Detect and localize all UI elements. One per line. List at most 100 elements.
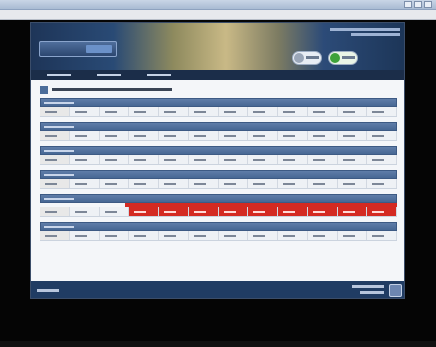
section-header-label (44, 198, 74, 200)
section-header (40, 146, 397, 155)
table-cell (338, 131, 368, 140)
nav-bar (31, 70, 404, 80)
close-icon[interactable] (424, 1, 432, 8)
table-cell (40, 131, 70, 140)
table-cell (219, 131, 249, 140)
table-cell (40, 179, 70, 188)
status-bar (31, 281, 404, 298)
table-cell (308, 131, 338, 140)
table-cell (367, 179, 397, 188)
table-cell (278, 131, 308, 140)
table-cell (338, 155, 368, 164)
table-cell (40, 155, 70, 164)
table-cell (219, 179, 249, 188)
table-cell (338, 107, 368, 116)
section-header-label (44, 174, 74, 176)
table-cell (308, 179, 338, 188)
table-cell (129, 179, 159, 188)
table-cell (129, 231, 159, 240)
table-cell (248, 131, 278, 140)
taskbar (0, 341, 436, 347)
table-cell (367, 155, 397, 164)
section-header (40, 222, 397, 231)
table-cell (70, 231, 100, 240)
table-cell (159, 107, 189, 116)
table-cell (219, 155, 249, 164)
table-cell (278, 155, 308, 164)
window-buttons (404, 1, 432, 8)
table-cell (367, 231, 397, 240)
logo-accent (86, 45, 112, 53)
table-cell (219, 107, 249, 116)
table-cell (70, 179, 100, 188)
table-cell (40, 107, 70, 116)
table-cell (70, 107, 100, 116)
table-row (40, 155, 397, 165)
table-cell (219, 231, 249, 240)
table-cell (129, 107, 159, 116)
table-row (40, 179, 397, 189)
section-header (40, 122, 397, 131)
section-header-label (44, 102, 74, 104)
table-cell (218, 207, 249, 216)
logo-icon (39, 41, 117, 57)
table-cell (278, 107, 308, 116)
home-button[interactable] (292, 51, 322, 65)
copyright-text (352, 285, 384, 288)
table-cell (159, 131, 189, 140)
minimize-icon[interactable] (404, 1, 412, 8)
maximize-icon[interactable] (414, 1, 422, 8)
status-sections (40, 98, 397, 246)
nav-tab[interactable] (141, 70, 181, 80)
table-row (40, 107, 397, 117)
table-cell (248, 231, 278, 240)
table-cell (40, 231, 70, 240)
user-info-line (330, 28, 400, 31)
nav-tab[interactable] (41, 70, 81, 80)
page-heading (40, 85, 394, 94)
section-header (40, 170, 397, 179)
application-window (30, 22, 405, 299)
table-row (40, 131, 397, 141)
table-cell (70, 207, 100, 216)
home-icon (294, 53, 304, 63)
table-cell (189, 231, 219, 240)
table-cell (248, 107, 278, 116)
table-cell (248, 179, 278, 188)
user-info (330, 28, 400, 38)
table-cell (189, 131, 219, 140)
table-cell (189, 155, 219, 164)
table-cell (100, 179, 130, 188)
refresh-button[interactable] (328, 51, 358, 65)
table-cell (307, 207, 338, 216)
table-cell (278, 207, 308, 216)
status-text (37, 289, 59, 292)
table-cell (308, 231, 338, 240)
table-cell (367, 107, 397, 116)
section-header-label (44, 126, 74, 128)
section-header (40, 194, 397, 203)
table-cell (40, 207, 70, 216)
user-info-line (351, 33, 400, 36)
table-cell (159, 231, 189, 240)
section-header-label (44, 150, 74, 152)
table-cell (338, 179, 368, 188)
table-cell (367, 207, 397, 216)
table-cell (248, 155, 278, 164)
refresh-button-label (342, 56, 355, 59)
section-header (40, 98, 397, 107)
copyright-text-2 (360, 291, 384, 294)
refresh-icon (330, 53, 340, 63)
section-icon (40, 85, 48, 94)
page-heading-text (52, 88, 172, 91)
header-buttons (292, 51, 358, 65)
table-cell (100, 231, 130, 240)
menu-bar (0, 10, 436, 20)
table-cell (188, 207, 219, 216)
table-cell (337, 207, 368, 216)
table-cell (100, 107, 130, 116)
table-row (40, 231, 397, 241)
nav-tab[interactable] (91, 70, 131, 80)
screen (0, 0, 436, 347)
section-header-label (44, 226, 74, 228)
